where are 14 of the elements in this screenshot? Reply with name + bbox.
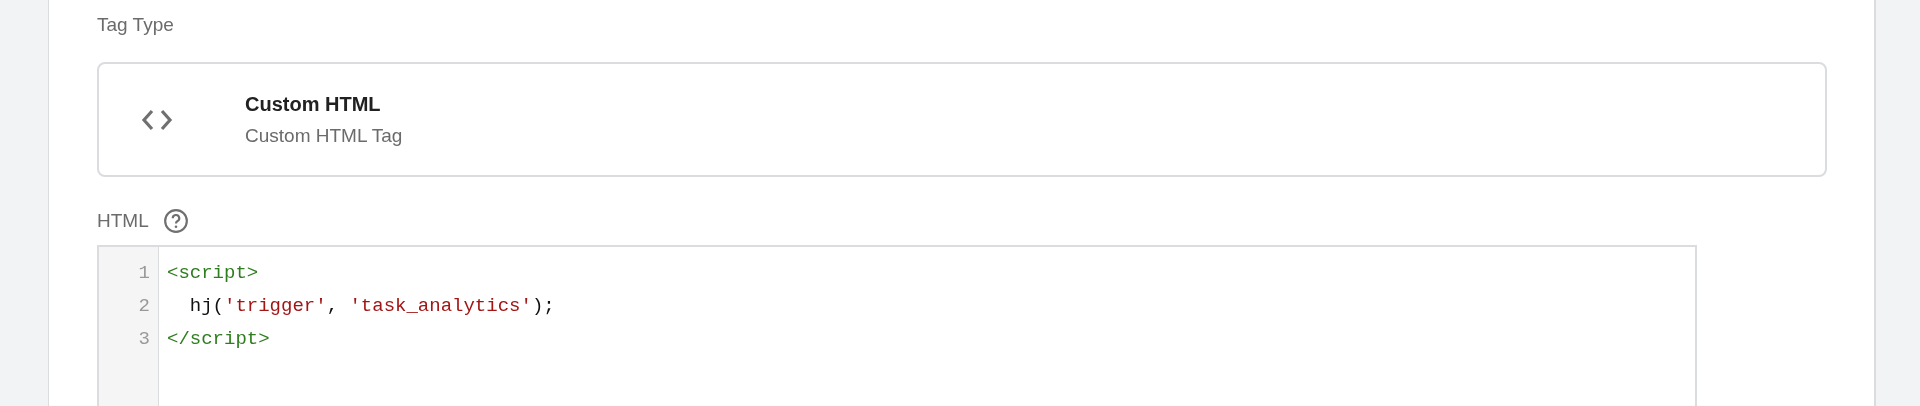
card-title: Custom HTML: [245, 91, 382, 117]
code-line: hj('trigger', 'task_analytics');: [188, 294, 555, 319]
line-number: 1: [138, 261, 150, 286]
code-editor[interactable]: 1 2 3 <script> hj('trigger', 'task_analytics'); </script>: [97, 245, 1697, 406]
card-subtitle: Custom HTML Tag: [245, 123, 403, 148]
tag-type-card[interactable]: Custom HTML Custom HTML Tag: [97, 62, 1827, 177]
section-label: Tag Type: [97, 13, 174, 37]
line-number: 3: [138, 327, 150, 352]
field-label: HTML: [97, 209, 149, 233]
help-icon[interactable]: [162, 208, 189, 234]
code-icon: [141, 107, 173, 132]
code-line: </script>: [167, 327, 271, 352]
line-number: 2: [138, 294, 150, 319]
code-line: <script>: [167, 261, 260, 286]
